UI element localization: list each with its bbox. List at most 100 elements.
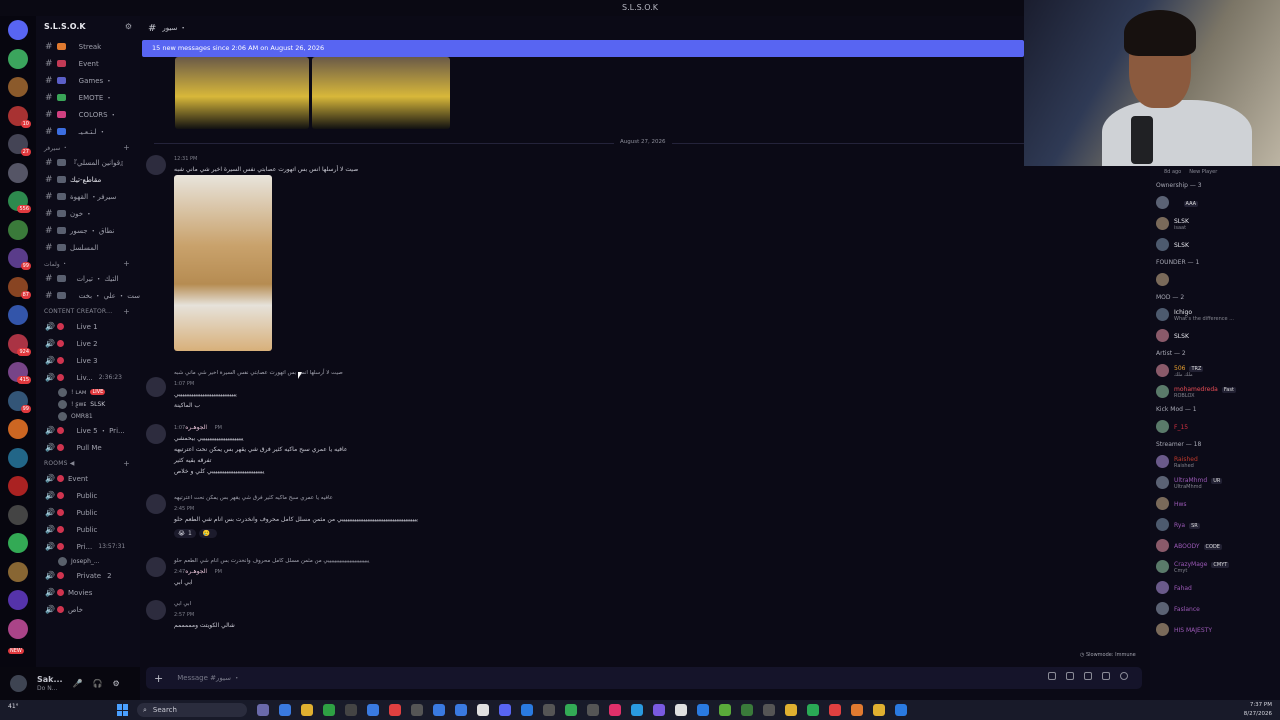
taskbar-app-icon[interactable] xyxy=(719,704,731,716)
system-clock[interactable]: 7:37 PM 8/27/2026 xyxy=(1244,701,1272,719)
voice-user[interactable]: OMR81 xyxy=(36,410,140,422)
voice-channel-item[interactable]: 🔊 ﾠ Private 2 xyxy=(36,567,140,584)
server-icon[interactable]: 10 xyxy=(8,105,31,128)
microphone-icon[interactable]: 🎤 xyxy=(73,679,83,688)
attach-plus-icon[interactable]: + xyxy=(154,672,163,685)
reaction-button[interactable]: 😭 1 xyxy=(174,529,196,538)
voice-channel-item[interactable]: 🔊 ﾠ Live 5 ・ Pri... xyxy=(36,422,140,439)
member-item[interactable]: mohamedreda Fast ROBLOX xyxy=(1150,381,1280,402)
voice-channel-item[interactable]: 🔊 ﾠ Pull Me xyxy=(36,439,140,456)
taskbar-app-icon[interactable] xyxy=(631,704,643,716)
channel-item[interactable]: # ﾠ COLORS ・ xyxy=(36,106,140,123)
taskbar-app-icon[interactable] xyxy=(675,704,687,716)
server-header[interactable]: S.L.S.O.K ⚙ xyxy=(36,16,140,38)
member-item[interactable]: SLSK isaat xyxy=(1150,213,1280,234)
settings-gear-icon[interactable]: ⚙ xyxy=(113,679,120,688)
voice-channel-item[interactable]: 🔊 ﾠ Live 2 xyxy=(36,335,140,352)
attachment-image[interactable] xyxy=(312,57,450,129)
reply-preview[interactable]: عافيه يا عمري سبح ماكيه كثير فرق شي يقهر… xyxy=(174,494,418,505)
author-avatar[interactable] xyxy=(146,557,166,577)
channel-item[interactable]: # ﾠ Event xyxy=(36,55,140,72)
emoji-icon[interactable] xyxy=(1120,672,1128,680)
member-item[interactable]: HIS MAJESTY xyxy=(1150,619,1280,640)
taskbar-app-icon[interactable] xyxy=(499,704,511,716)
member-item[interactable]: F_15 xyxy=(1150,416,1280,437)
voice-channel-item[interactable]: 🔊 خاص xyxy=(36,601,140,618)
server-icon[interactable] xyxy=(8,305,28,325)
member-item[interactable]: ﾠ AAA xyxy=(1150,192,1280,213)
taskbar-app-icon[interactable] xyxy=(653,704,665,716)
server-icon[interactable]: 27 xyxy=(8,134,31,156)
channel-item[interactable]: # خون ・ xyxy=(36,205,140,222)
taskbar-search[interactable]: ⌕ Search xyxy=(137,703,247,717)
message-input[interactable]: Message #سيور ・ xyxy=(177,673,240,683)
member-item[interactable]: Faslance xyxy=(1150,598,1280,619)
server-icon[interactable] xyxy=(8,48,28,69)
taskbar-app-icon[interactable] xyxy=(851,704,863,716)
apps-icon[interactable] xyxy=(1048,672,1056,680)
author-avatar[interactable] xyxy=(146,424,166,444)
new-messages-banner[interactable]: 15 new messages since 2:06 AM on August … xyxy=(142,40,1024,57)
voice-user[interactable]: Joseph_... xyxy=(36,555,140,567)
taskbar-app-icon[interactable] xyxy=(367,704,379,716)
taskbar-app-icon[interactable] xyxy=(301,704,313,716)
taskbar-app-icon[interactable] xyxy=(829,704,841,716)
server-icon[interactable]: 556 xyxy=(8,191,31,213)
member-item[interactable]: SLSK xyxy=(1150,234,1280,255)
channel-item[interactable]: # ﾠ EMOTE ・ xyxy=(36,89,140,106)
server-icon[interactable] xyxy=(8,419,28,439)
taskbar-app-icon[interactable] xyxy=(389,704,401,716)
taskbar-app-icon[interactable] xyxy=(477,704,489,716)
server-icon[interactable] xyxy=(8,590,28,610)
author-avatar[interactable] xyxy=(146,494,166,514)
taskbar-app-icon[interactable] xyxy=(741,704,753,716)
taskbar-app-icon[interactable] xyxy=(345,704,357,716)
reaction-button[interactable]: 🥲 xyxy=(198,529,218,538)
server-icon[interactable]: 415 xyxy=(8,362,31,384)
server-icon[interactable]: 99 xyxy=(8,248,31,270)
author-avatar[interactable] xyxy=(146,600,166,620)
attachment-image[interactable] xyxy=(174,175,272,351)
taskbar-app-icon[interactable] xyxy=(873,704,885,716)
channel-item[interactable]: # 『قوانين المسلي』 xyxy=(36,154,140,171)
member-item[interactable]: 506 TRZ ملك ملك xyxy=(1150,360,1280,381)
voice-channel-item[interactable]: 🔊 ﾠ Public xyxy=(36,504,140,521)
channel-item[interactable]: # المسلسل xyxy=(36,239,140,256)
channel-item[interactable]: # سيرفر・ القهوة xyxy=(36,188,140,205)
member-item[interactable]: CrazyMage CMYT Cmyt xyxy=(1150,556,1280,577)
user-avatar[interactable] xyxy=(10,675,27,692)
gif-icon[interactable] xyxy=(1084,672,1092,680)
taskbar-app-icon[interactable] xyxy=(763,704,775,716)
reply-preview[interactable]: ابي ابي xyxy=(174,600,235,611)
voice-channel-item[interactable]: 🔊 ﾠ Live 3 xyxy=(36,352,140,369)
channel-category[interactable]: ROOMS ◀ + xyxy=(36,456,140,470)
taskbar-app-icon[interactable] xyxy=(257,704,269,716)
add-channel-icon[interactable]: + xyxy=(123,143,130,152)
member-item[interactable]: ABOODY CODE xyxy=(1150,535,1280,556)
server-icon[interactable] xyxy=(8,504,28,525)
taskbar-app-icon[interactable] xyxy=(543,704,555,716)
voice-channel-item[interactable]: 🔊 Movies xyxy=(36,584,140,601)
server-icon[interactable] xyxy=(8,219,28,240)
attachment-image[interactable] xyxy=(175,57,309,129)
server-icon[interactable] xyxy=(8,447,28,468)
taskbar-app-icon[interactable] xyxy=(433,704,445,716)
server-icon[interactable] xyxy=(8,77,28,97)
voice-channel-item[interactable]: 🔊 ﾠ Live 1 xyxy=(36,318,140,335)
voice-channel-item[interactable]: 🔊 ﾠ Public xyxy=(36,521,140,538)
message-composer[interactable]: + Message #سيور ・ xyxy=(146,667,1142,689)
member-item[interactable]: Fahad xyxy=(1150,577,1280,598)
channel-item[interactable]: # ﾠ لـتـعـيـ ・ xyxy=(36,123,140,140)
member-item[interactable]: SLSK xyxy=(1150,325,1280,346)
taskbar-app-icon[interactable] xyxy=(521,704,533,716)
reply-preview[interactable]: يييييييييييييييييييييييييي من مثمن مسلل … xyxy=(174,557,369,568)
member-item[interactable]: UltraMhmd UR UltraMhmd xyxy=(1150,472,1280,493)
channel-category[interactable]: سيرفر ・ + xyxy=(36,140,140,154)
start-button[interactable] xyxy=(117,704,129,716)
author-name[interactable]: الجوهـره xyxy=(185,424,207,431)
sticker-icon[interactable] xyxy=(1102,672,1110,680)
member-item[interactable]: ﾠ xyxy=(1150,269,1280,290)
author-name[interactable]: الجوهـره xyxy=(185,568,207,575)
server-icon[interactable]: 99 xyxy=(8,390,31,413)
taskbar-app-icon[interactable] xyxy=(455,704,467,716)
